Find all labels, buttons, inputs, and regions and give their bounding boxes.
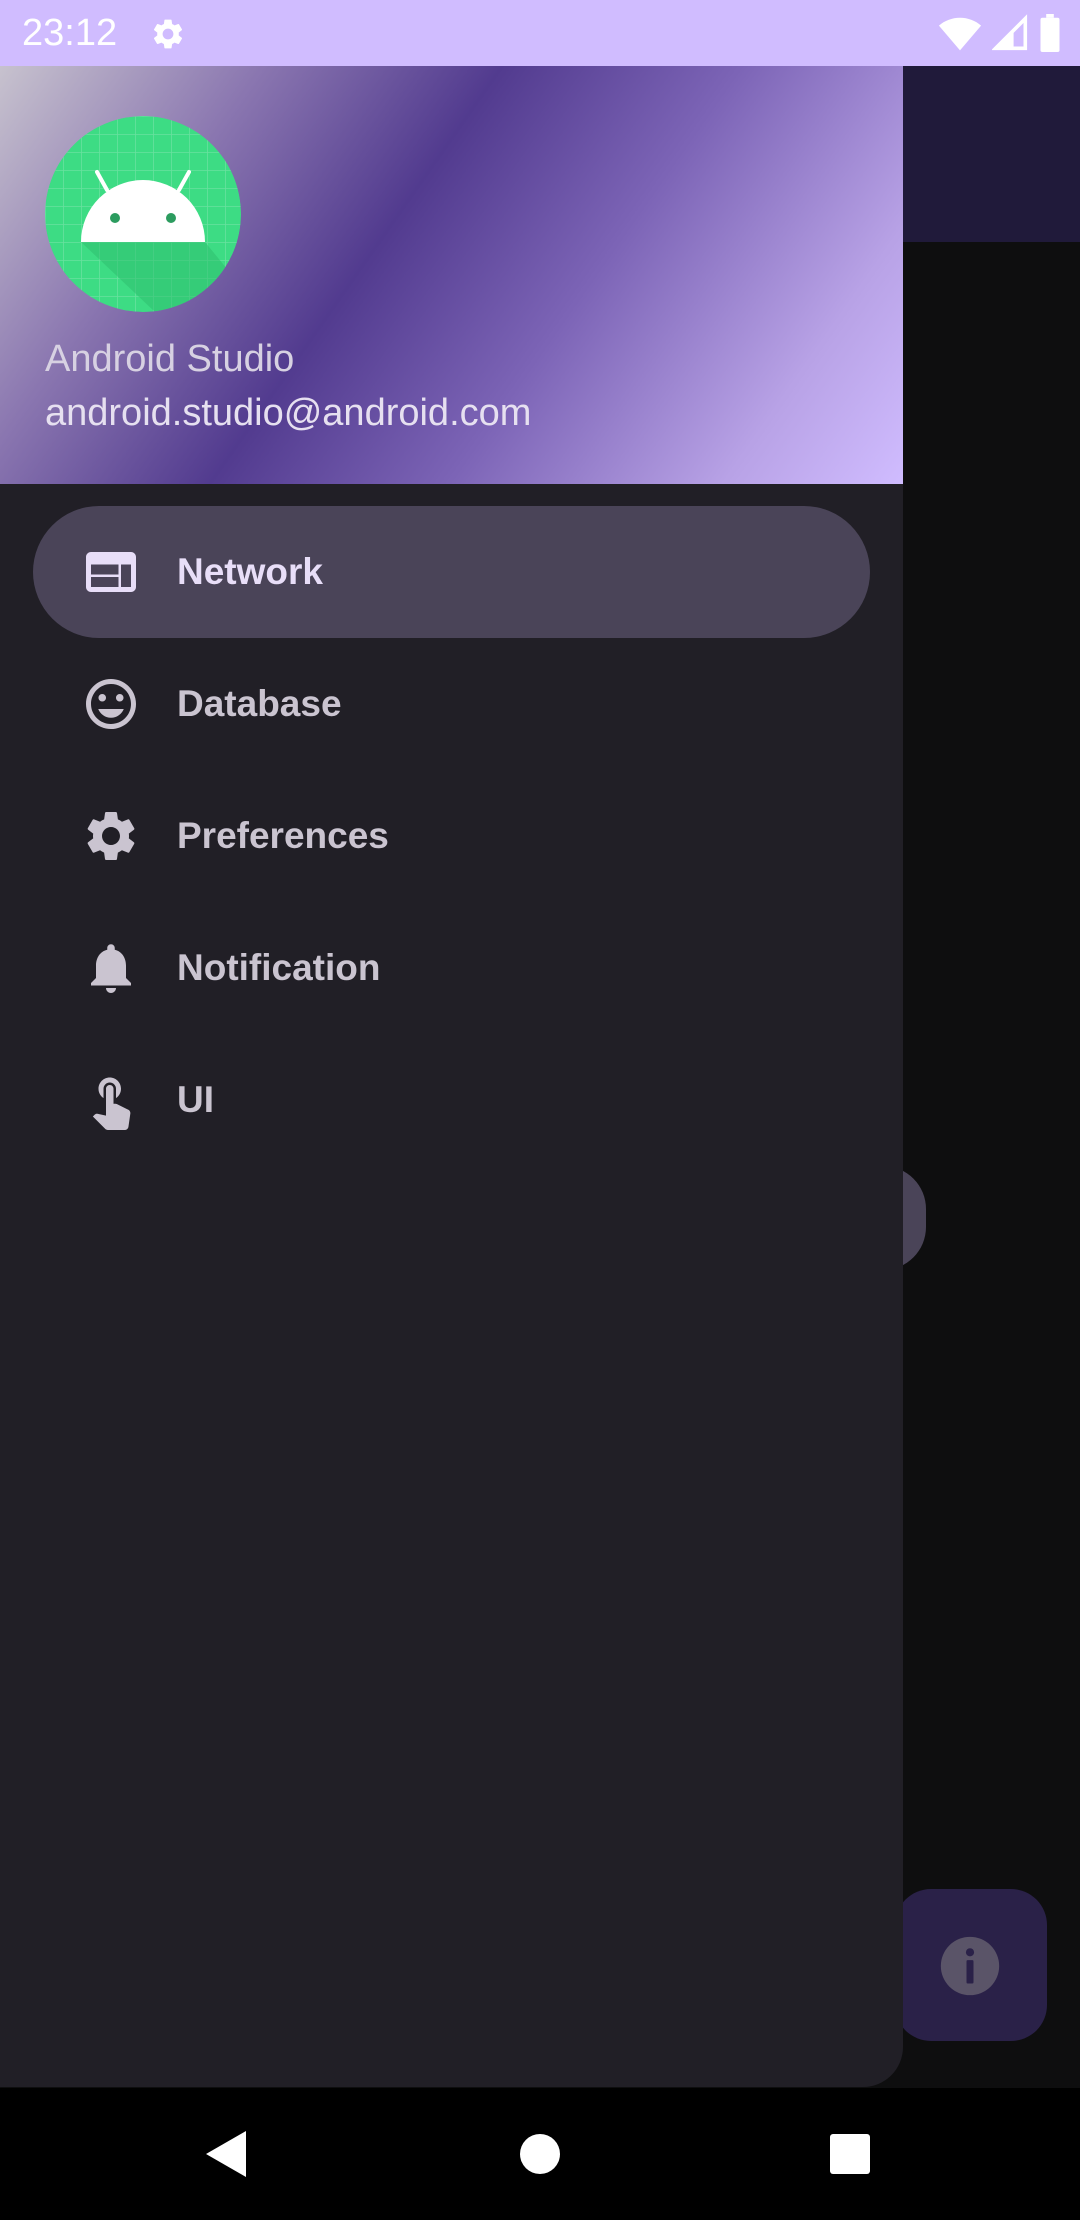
screen: 23:12 Android Studio android.studio@andr… bbox=[0, 0, 1080, 2220]
gear-icon bbox=[87, 812, 135, 860]
status-icons bbox=[938, 14, 1062, 52]
menu-label-preferences: Preferences bbox=[177, 815, 389, 856]
home-circle-icon bbox=[520, 2134, 560, 2174]
info-icon bbox=[940, 1936, 1000, 1996]
menu-label-database: Database bbox=[177, 683, 342, 724]
battery-icon bbox=[1040, 14, 1060, 52]
user-name: Android Studio bbox=[45, 338, 295, 380]
menu-item-notification[interactable]: Notification bbox=[33, 902, 870, 1034]
menu-label-notification: Notification bbox=[177, 947, 381, 988]
bell-icon bbox=[91, 944, 131, 993]
info-fab[interactable] bbox=[895, 1889, 1047, 2041]
back-button[interactable] bbox=[180, 2108, 272, 2200]
cellular-signal-icon bbox=[992, 14, 1028, 51]
status-time: 23:12 bbox=[22, 12, 118, 54]
navigation-bar bbox=[0, 2088, 1080, 2220]
touch-hand-icon bbox=[92, 1077, 131, 1130]
recents-button[interactable] bbox=[804, 2108, 896, 2200]
user-email: android.studio@android.com bbox=[45, 392, 532, 434]
back-triangle-icon bbox=[206, 2131, 246, 2177]
menu-item-database[interactable]: Database bbox=[33, 638, 870, 770]
navigation-drawer: Android Studio android.studio@android.co… bbox=[0, 66, 903, 2087]
menu-item-network[interactable]: Network bbox=[33, 506, 870, 638]
menu-item-preferences[interactable]: Preferences bbox=[33, 770, 870, 902]
web-window-icon bbox=[86, 552, 136, 592]
menu-label-ui: UI bbox=[177, 1079, 214, 1120]
drawer-header: Android Studio android.studio@android.co… bbox=[0, 66, 903, 484]
wifi-icon bbox=[938, 17, 982, 51]
smiley-face-icon bbox=[86, 679, 136, 729]
status-bar: 23:12 bbox=[0, 0, 1080, 66]
avatar bbox=[45, 116, 241, 312]
menu-label-network: Network bbox=[177, 551, 323, 592]
menu-item-ui[interactable]: UI bbox=[33, 1034, 870, 1166]
recents-square-icon bbox=[830, 2134, 870, 2174]
home-button[interactable] bbox=[494, 2108, 586, 2200]
settings-icon bbox=[153, 19, 183, 49]
